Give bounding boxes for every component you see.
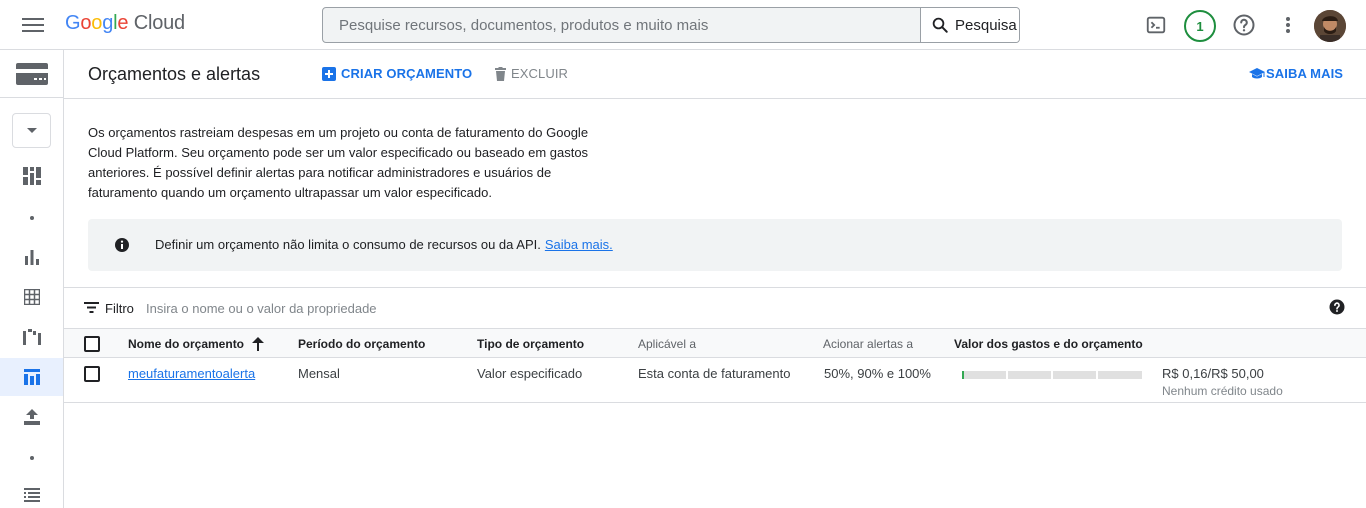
spend-progress-bar <box>962 371 1142 379</box>
search-icon <box>932 17 948 33</box>
rail-export-icon[interactable] <box>0 398 63 436</box>
page-description: Os orçamentos rastreiam despesas em um p… <box>88 125 589 200</box>
delete-button[interactable]: EXCLUIR <box>495 66 568 81</box>
rail-table-icon[interactable] <box>0 278 63 316</box>
select-all-checkbox[interactable] <box>84 336 100 352</box>
delete-label: EXCLUIR <box>511 66 569 81</box>
column-header-type: Tipo de orçamento <box>477 337 585 351</box>
search-input[interactable] <box>323 8 920 42</box>
learn-more-label: SAIBA MAIS <box>1266 66 1344 81</box>
rail-budgets-icon[interactable] <box>0 358 63 396</box>
learn-more-link[interactable]: Saiba mais. <box>545 237 613 252</box>
page-title: Orçamentos e alertas <box>88 64 261 84</box>
help-icon[interactable] <box>1231 12 1257 38</box>
school-icon <box>1249 67 1265 78</box>
table-header: Nome do orçamento Período do orçamento T… <box>64 328 1366 358</box>
left-rail <box>0 50 64 508</box>
search-button[interactable]: Pesquisa <box>920 8 1019 42</box>
budget-amount: R$ 0,16/R$ 50,00 <box>1162 366 1264 381</box>
rail-overview-icon[interactable] <box>0 157 63 195</box>
budget-name-link[interactable]: meufaturamentoalerta <box>128 366 255 381</box>
filter-input[interactable] <box>146 298 846 318</box>
cloud-shell-icon[interactable] <box>1143 12 1169 38</box>
create-budget-label: CRIAR ORÇAMENTO <box>341 66 473 81</box>
learn-more-button[interactable]: SAIBA MAIS <box>1249 66 1343 81</box>
filter-bar: Filtro <box>64 287 1366 328</box>
budget-period: Mensal <box>298 366 340 381</box>
google-cloud-logo[interactable]: Google Cloud <box>65 12 185 35</box>
column-help-icon[interactable] <box>1329 299 1345 315</box>
column-header-applies-to: Aplicável a <box>638 337 697 351</box>
sort-arrow-up-icon <box>252 337 265 351</box>
billing-product-icon[interactable] <box>0 50 63 98</box>
column-header-period: Período do orçamento <box>298 337 426 351</box>
top-bar: Google Cloud Pesquisa 1 <box>0 0 1366 50</box>
budget-type: Valor especificado <box>477 366 583 381</box>
search-box: Pesquisa <box>322 7 1020 43</box>
search-button-label: Pesquisa <box>955 16 1017 34</box>
main-menu-icon[interactable] <box>22 15 44 35</box>
rail-dot-icon[interactable] <box>0 199 63 237</box>
spend-progress-fill <box>962 371 964 379</box>
budget-applies-to: Esta conta de faturamento <box>638 366 791 381</box>
rail-list-icon[interactable] <box>0 476 63 508</box>
notifications-badge[interactable]: 1 <box>1184 10 1216 42</box>
row-checkbox[interactable] <box>84 366 100 382</box>
dropdown-arrow-icon <box>26 127 37 133</box>
billing-account-dropdown[interactable] <box>12 113 51 148</box>
info-banner: Definir um orçamento não limita o consum… <box>88 219 1342 271</box>
budget-credit-note: Nenhum crédito usado <box>1162 384 1283 398</box>
info-text: Definir um orçamento não limita o consum… <box>155 237 613 252</box>
budget-alerts: 50%, 90% e 100% <box>824 366 931 381</box>
column-header-spend: Valor dos gastos e do orçamento <box>954 337 1143 351</box>
info-icon <box>115 238 129 252</box>
column-header-name[interactable]: Nome do orçamento <box>128 337 265 351</box>
create-budget-button[interactable]: CRIAR ORÇAMENTO <box>322 66 472 81</box>
trash-icon <box>495 66 506 81</box>
page-header: Orçamentos e alertas CRIAR ORÇAMENTO EXC… <box>64 50 1366 99</box>
more-options-icon[interactable] <box>1275 12 1301 38</box>
add-box-icon <box>322 66 336 81</box>
column-header-alerts: Acionar alertas a <box>823 337 914 351</box>
filter-icon[interactable] <box>84 302 99 313</box>
filter-label[interactable]: Filtro <box>105 301 134 316</box>
rail-reports-icon[interactable] <box>0 238 63 276</box>
rail-cost-breakdown-icon[interactable] <box>0 318 63 356</box>
table-row: meufaturamentoalerta Mensal Valor especi… <box>64 358 1366 403</box>
budgets-table: Nome do orçamento Período do orçamento T… <box>64 328 1366 403</box>
rail-dot-icon[interactable] <box>0 439 63 477</box>
avatar[interactable] <box>1314 10 1346 42</box>
